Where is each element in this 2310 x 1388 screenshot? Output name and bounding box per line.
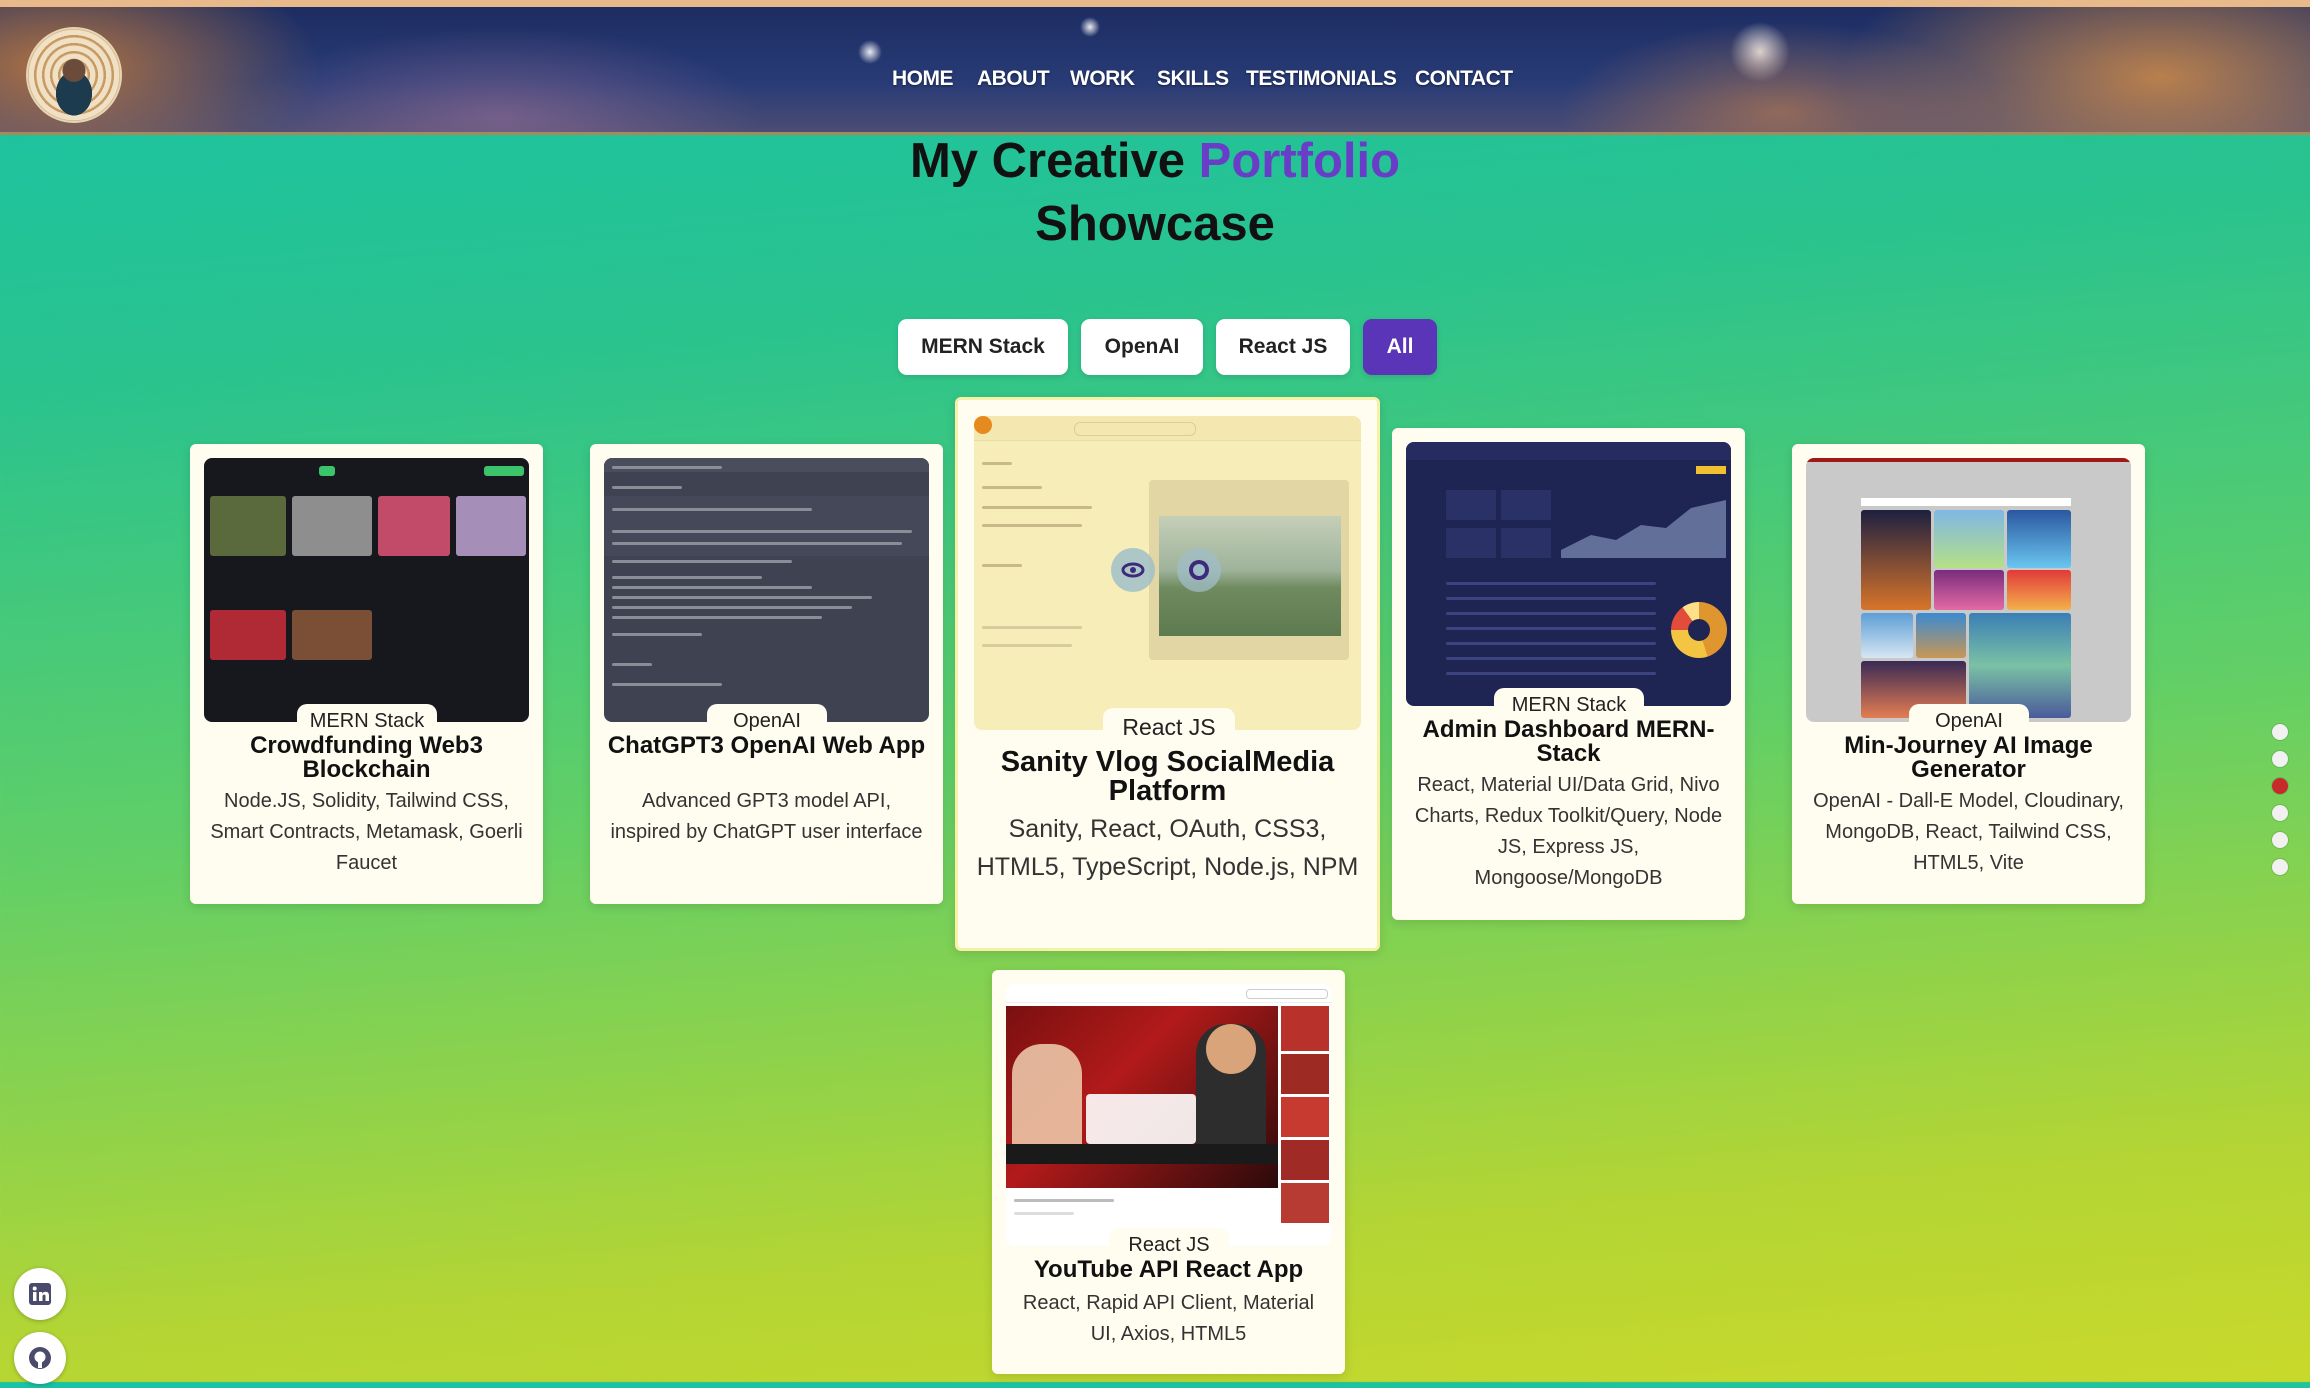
github-icon[interactable] — [14, 1332, 66, 1384]
title-line2: Showcase — [1035, 197, 1275, 251]
section-dot[interactable] — [2272, 832, 2288, 848]
title-accent: Portfolio — [1198, 134, 1401, 188]
page-title: My Creative Portfolio Showcase — [0, 130, 2310, 256]
nav-about[interactable]: ABOUT — [977, 67, 1050, 91]
nav-menu: HOME ABOUT WORK SKILLS TESTIMONIALS CONT… — [0, 67, 2310, 99]
project-title: Sanity Vlog SocialMedia Platform — [1000, 746, 1335, 807]
navbar: HOME ABOUT WORK SKILLS TESTIMONIALS CONT… — [0, 0, 2310, 135]
project-title: YouTube API React App — [1033, 1256, 1304, 1283]
section-dot[interactable] — [2272, 859, 2288, 875]
filter-bar: MERN Stack OpenAI React JS All — [0, 319, 2310, 375]
project-description: React, Rapid API Client, Material UI, Ax… — [1022, 1292, 1315, 1345]
eye-icon[interactable] — [1111, 548, 1155, 592]
project-description: React, Material UI/Data Grid, Nivo Chart… — [1414, 774, 1723, 889]
filter-react-js[interactable]: React JS — [1216, 319, 1350, 375]
section-dot[interactable] — [2272, 751, 2288, 767]
project-description: Advanced GPT3 model API, inspired by Cha… — [610, 790, 923, 843]
project-card[interactable]: OpenAI Min-Journey AI Image Generator Op… — [1792, 444, 2145, 904]
project-description: OpenAI - Dall-E Model, Cloudinary, Mongo… — [1813, 790, 2124, 874]
project-description: Sanity, React, OAuth, CSS3, HTML5, TypeS… — [976, 815, 1359, 881]
project-thumbnail[interactable] — [204, 458, 529, 722]
project-title: Admin Dashboard MERN-Stack — [1422, 716, 1715, 767]
linkedin-icon[interactable] — [14, 1268, 66, 1320]
project-title: ChatGPT3 OpenAI Web App — [607, 732, 926, 759]
project-thumbnail[interactable] — [974, 416, 1361, 730]
nav-contact[interactable]: CONTACT — [1415, 67, 1513, 91]
project-card[interactable]: React JS Sanity Vlog SocialMedia Platfor… — [955, 397, 1380, 951]
title-prefix: My Creative — [909, 134, 1199, 188]
project-title: Crowdfunding Web3 Blockchain — [250, 732, 483, 783]
section-dot[interactable] — [2272, 724, 2288, 740]
filter-mern-stack[interactable]: MERN Stack — [898, 319, 1068, 375]
project-thumbnail[interactable] — [1806, 458, 2131, 722]
nav-home[interactable]: HOME — [892, 67, 954, 91]
project-thumbnail[interactable] — [1406, 442, 1731, 706]
nav-skills[interactable]: SKILLS — [1157, 67, 1229, 91]
project-description: Node.JS, Solidity, Tailwind CSS, Smart C… — [210, 790, 523, 874]
section-dot[interactable] — [2272, 805, 2288, 821]
project-thumbnail[interactable] — [1006, 984, 1331, 1246]
project-card[interactable]: React JS YouTube API React App React, Ra… — [992, 970, 1345, 1374]
project-thumbnail[interactable] — [604, 458, 929, 722]
nav-testimonials[interactable]: TESTIMONIALS — [1246, 67, 1397, 91]
project-title: Min-Journey AI Image Generator — [1844, 732, 2093, 783]
project-card[interactable]: OpenAI ChatGPT3 OpenAI Web App Advanced … — [590, 444, 943, 904]
nav-work[interactable]: WORK — [1070, 67, 1135, 91]
project-tag: React JS — [1103, 708, 1235, 746]
project-card[interactable]: MERN Stack Crowdfunding Web3 Blockchain … — [190, 444, 543, 904]
github-icon[interactable] — [1177, 548, 1221, 592]
section-dot-active[interactable] — [2272, 778, 2288, 794]
project-card[interactable]: MERN Stack Admin Dashboard MERN-Stack Re… — [1392, 428, 1745, 920]
filter-all[interactable]: All — [1363, 319, 1437, 375]
filter-openai[interactable]: OpenAI — [1081, 319, 1203, 375]
